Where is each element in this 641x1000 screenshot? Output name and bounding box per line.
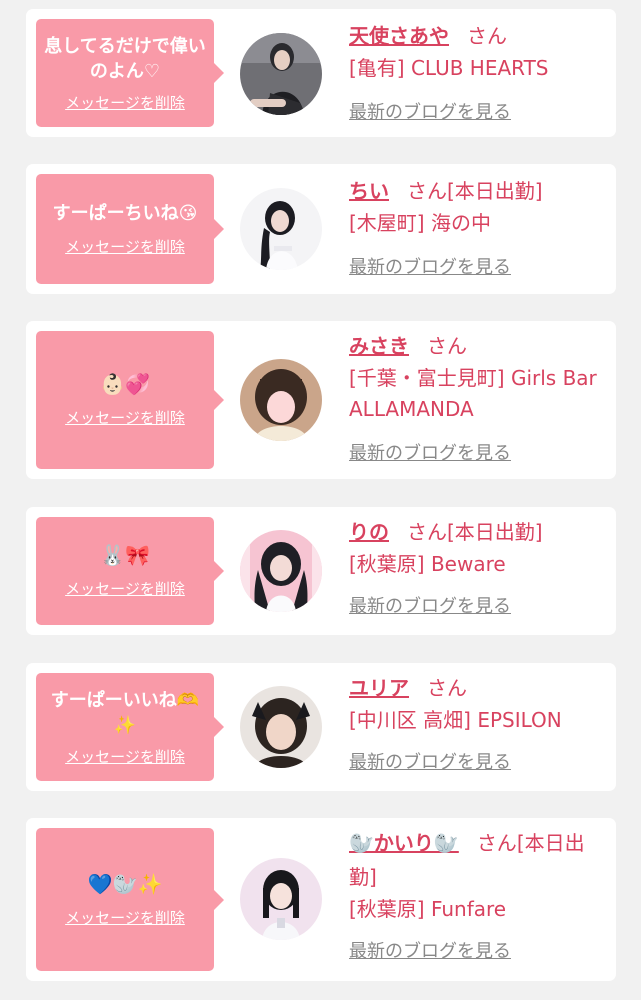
message-bubble: 👶🏻💞 メッセージを削除 <box>36 331 224 469</box>
avatar[interactable] <box>240 686 322 768</box>
honorific: さん <box>476 831 517 855</box>
honorific: さん <box>427 334 467 358</box>
message-text: すーぱーいいね🫶✨ <box>50 689 200 736</box>
delete-message-link[interactable]: メッセージを削除 <box>65 407 185 428</box>
message-bubble: 🐰🎀 メッセージを削除 <box>36 517 224 625</box>
shop-name: [木屋町] 海の中 <box>349 211 491 235</box>
honorific: さん <box>407 179 447 203</box>
avatar[interactable] <box>240 33 322 115</box>
message-bubble: 💙🦭✨ メッセージを削除 <box>36 828 224 971</box>
cast-name-link[interactable]: ちい <box>349 179 389 203</box>
shop-name: [秋葉原] Funfare <box>349 897 507 921</box>
delete-message-link[interactable]: メッセージを削除 <box>65 746 185 767</box>
shop-name: [中川区 高畑] EPSILON <box>349 708 562 732</box>
latest-blog-link[interactable]: 最新のブログを見る <box>349 748 511 774</box>
honorific: さん <box>467 24 507 48</box>
avatar[interactable] <box>240 858 322 940</box>
latest-blog-link[interactable]: 最新のブログを見る <box>349 937 511 963</box>
message-card: 👶🏻💞 メッセージを削除 みさき さん [千葉・富士見町] Girls Bar A… <box>26 321 616 479</box>
cast-name-link[interactable]: ユリア <box>349 676 409 700</box>
message-text: 👶🏻💞 <box>100 372 150 396</box>
message-text: 息してるだけで偉いのよん♡ <box>44 35 206 82</box>
avatar[interactable] <box>240 359 322 441</box>
message-text: 🐰🎀 <box>100 543 150 567</box>
status-badge: [本日出勤] <box>447 179 543 203</box>
latest-blog-link[interactable]: 最新のブログを見る <box>349 439 511 465</box>
message-text: すーぱーちいね😘 <box>52 203 198 224</box>
message-text: 💙🦭✨ <box>87 871 163 896</box>
message-card: 息してるだけで偉いのよん♡ メッセージを削除 天使さあや さん [亀有] CLUB… <box>26 9 616 137</box>
avatar[interactable] <box>240 188 322 270</box>
shop-name: [亀有] CLUB HEARTS <box>349 56 549 80</box>
latest-blog-link[interactable]: 最新のブログを見る <box>349 98 511 124</box>
message-card: すーぱーいいね🫶✨ メッセージを削除 ユリア さん [中川区 高畑] EPSILO… <box>26 663 616 791</box>
latest-blog-link[interactable]: 最新のブログを見る <box>349 592 511 618</box>
profile-info: 天使さあや さん [亀有] CLUB HEARTS 最新のブログを見る <box>349 19 609 124</box>
message-bubble: 息してるだけで偉いのよん♡ メッセージを削除 <box>36 19 224 127</box>
avatar[interactable] <box>240 530 322 612</box>
profile-info: ちい さん[本日出勤] [木屋町] 海の中 最新のブログを見る <box>349 174 609 279</box>
shop-name: [千葉・富士見町] Girls Bar ALLAMANDA <box>349 366 597 421</box>
delete-message-link[interactable]: メッセージを削除 <box>65 92 185 113</box>
profile-info: 🦭かいり🦭 さん[本日出勤] [秋葉原] Funfare 最新のブログを見る <box>349 826 609 963</box>
honorific: さん <box>407 520 447 544</box>
latest-blog-link[interactable]: 最新のブログを見る <box>349 253 511 279</box>
cast-name-link[interactable]: 天使さあや <box>349 24 449 48</box>
message-card: 💙🦭✨ メッセージを削除 🦭かいり🦭 さん[本日出勤] [秋葉原] Funfare… <box>26 818 616 981</box>
cast-name-link[interactable]: 🦭かいり🦭 <box>349 831 459 855</box>
message-card: すーぱーちいね😘 メッセージを削除 ちい さん[本日出勤] [木屋町] 海の中 最… <box>26 164 616 294</box>
cast-name-link[interactable]: りの <box>349 520 389 544</box>
profile-info: ユリア さん [中川区 高畑] EPSILON 最新のブログを見る <box>349 671 609 774</box>
delete-message-link[interactable]: メッセージを削除 <box>65 236 185 257</box>
profile-info: みさき さん [千葉・富士見町] Girls Bar ALLAMANDA 最新のブ… <box>349 329 609 465</box>
message-list: 息してるだけで偉いのよん♡ メッセージを削除 天使さあや さん [亀有] CLUB… <box>0 0 641 1000</box>
status-badge: [本日出勤] <box>447 520 543 544</box>
message-bubble: すーぱーいいね🫶✨ メッセージを削除 <box>36 673 224 781</box>
delete-message-link[interactable]: メッセージを削除 <box>65 907 185 928</box>
message-bubble: すーぱーちいね😘 メッセージを削除 <box>36 174 224 284</box>
profile-info: りの さん[本日出勤] [秋葉原] Beware 最新のブログを見る <box>349 515 609 618</box>
delete-message-link[interactable]: メッセージを削除 <box>65 578 185 599</box>
cast-name-link[interactable]: みさき <box>349 334 409 358</box>
message-card: 🐰🎀 メッセージを削除 りの さん[本日出勤] [秋葉原] Beware 最新のブ… <box>26 507 616 635</box>
honorific: さん <box>427 676 467 700</box>
shop-name: [秋葉原] Beware <box>349 552 506 576</box>
